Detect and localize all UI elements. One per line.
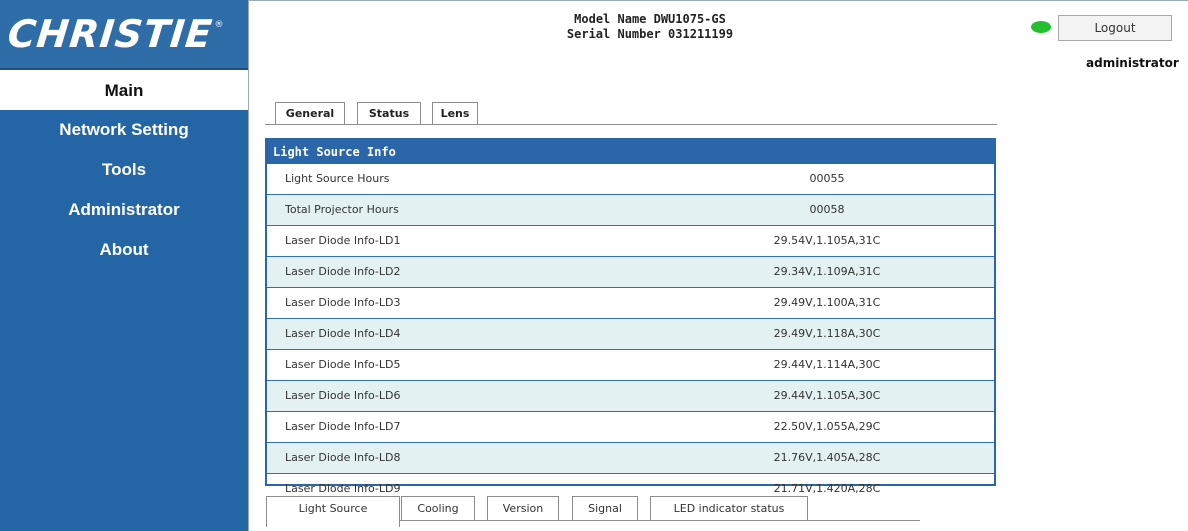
row-label: Total Projector Hours xyxy=(285,203,399,216)
green-dot-icon xyxy=(1031,21,1051,33)
sidebar-nav: Main Network Setting Tools Administrator… xyxy=(0,78,248,531)
row-value: 29.44V,1.105A,30C xyxy=(773,389,881,402)
light-source-panel: Light Source Info Light Source Hours 000… xyxy=(265,138,996,495)
row-label: Laser Diode Info-LD7 xyxy=(285,420,401,433)
tab-light-source[interactable]: Light Source xyxy=(266,496,400,527)
row-value: 22.50V,1.055A,29C xyxy=(773,420,881,433)
table-row: Laser Diode Info-LD3 29.49V,1.100A,31C xyxy=(267,288,994,319)
christie-logo: CHRISTIE ® xyxy=(0,0,248,70)
serial-number: Serial Number 031211199 xyxy=(566,27,734,41)
logo-text: CHRISTIE xyxy=(5,12,215,56)
sidebar-item-administrator[interactable]: Administrator xyxy=(0,190,248,230)
table-row: Laser Diode Info-LD7 22.50V,1.055A,29C xyxy=(267,412,994,443)
row-value: 00055 xyxy=(809,172,845,185)
current-user: administrator xyxy=(1086,56,1179,70)
row-label: Laser Diode Info-LD6 xyxy=(285,389,401,402)
sidebar-item-about[interactable]: About xyxy=(0,230,248,270)
sidebar-item-network-setting[interactable]: Network Setting xyxy=(0,110,248,150)
table-row: Light Source Hours 00055 xyxy=(267,164,994,195)
model-name: Model Name DWU1075-GS xyxy=(574,12,726,26)
header-top-border xyxy=(248,0,1188,1)
table-row: Laser Diode Info-LD8 21.76V,1.405A,28C xyxy=(267,443,994,474)
row-value: 29.44V,1.114A,30C xyxy=(773,358,881,371)
row-value: 00058 xyxy=(809,203,845,216)
row-value: 29.49V,1.118A,30C xyxy=(773,327,881,340)
device-info: Model Name DWU1075-GS Serial Number 0312… xyxy=(470,12,830,42)
tab-general[interactable]: General xyxy=(275,102,345,124)
logout-button[interactable]: Logout xyxy=(1058,15,1172,41)
row-label: Laser Diode Info-LD4 xyxy=(285,327,401,340)
sidebar-item-main[interactable]: Main xyxy=(0,78,248,110)
row-value: 29.49V,1.100A,31C xyxy=(773,296,881,309)
tab-led-indicator-status[interactable]: LED indicator status xyxy=(650,496,808,521)
row-label: Light Source Hours xyxy=(285,172,390,185)
row-label: Laser Diode Info-LD1 xyxy=(285,234,401,247)
row-value: 29.34V,1.109A,31C xyxy=(773,265,881,278)
row-value: 21.76V,1.405A,28C xyxy=(773,451,881,464)
table-row: Laser Diode Info-LD4 29.49V,1.118A,30C xyxy=(267,319,994,350)
tab-version[interactable]: Version xyxy=(487,496,559,521)
bottom-tab-underline xyxy=(400,520,920,521)
tab-lens[interactable]: Lens xyxy=(432,102,478,124)
row-label: Laser Diode Info-LD3 xyxy=(285,296,401,309)
table-row: Laser Diode Info-LD6 29.44V,1.105A,30C xyxy=(267,381,994,412)
registered-mark: ® xyxy=(214,20,224,30)
tab-status[interactable]: Status xyxy=(357,102,421,125)
row-label: Laser Diode Info-LD2 xyxy=(285,265,401,278)
row-value: 29.54V,1.105A,31C xyxy=(773,234,881,247)
row-label: Laser Diode Info-LD8 xyxy=(285,451,401,464)
sidebar-item-tools[interactable]: Tools xyxy=(0,150,248,190)
content-divider xyxy=(248,0,249,531)
tab-cooling[interactable]: Cooling xyxy=(401,496,475,521)
table-row: Laser Diode Info-LD5 29.44V,1.114A,30C xyxy=(267,350,994,381)
tab-underline xyxy=(265,124,997,125)
table-row: Laser Diode Info-LD2 29.34V,1.109A,31C xyxy=(267,257,994,288)
table-row: Laser Diode Info-LD1 29.54V,1.105A,31C xyxy=(267,226,994,257)
tab-signal[interactable]: Signal xyxy=(572,496,638,521)
row-label: Laser Diode Info-LD5 xyxy=(285,358,401,371)
table-row: Total Projector Hours 00058 xyxy=(267,195,994,226)
panel-title: Light Source Info xyxy=(267,140,994,164)
